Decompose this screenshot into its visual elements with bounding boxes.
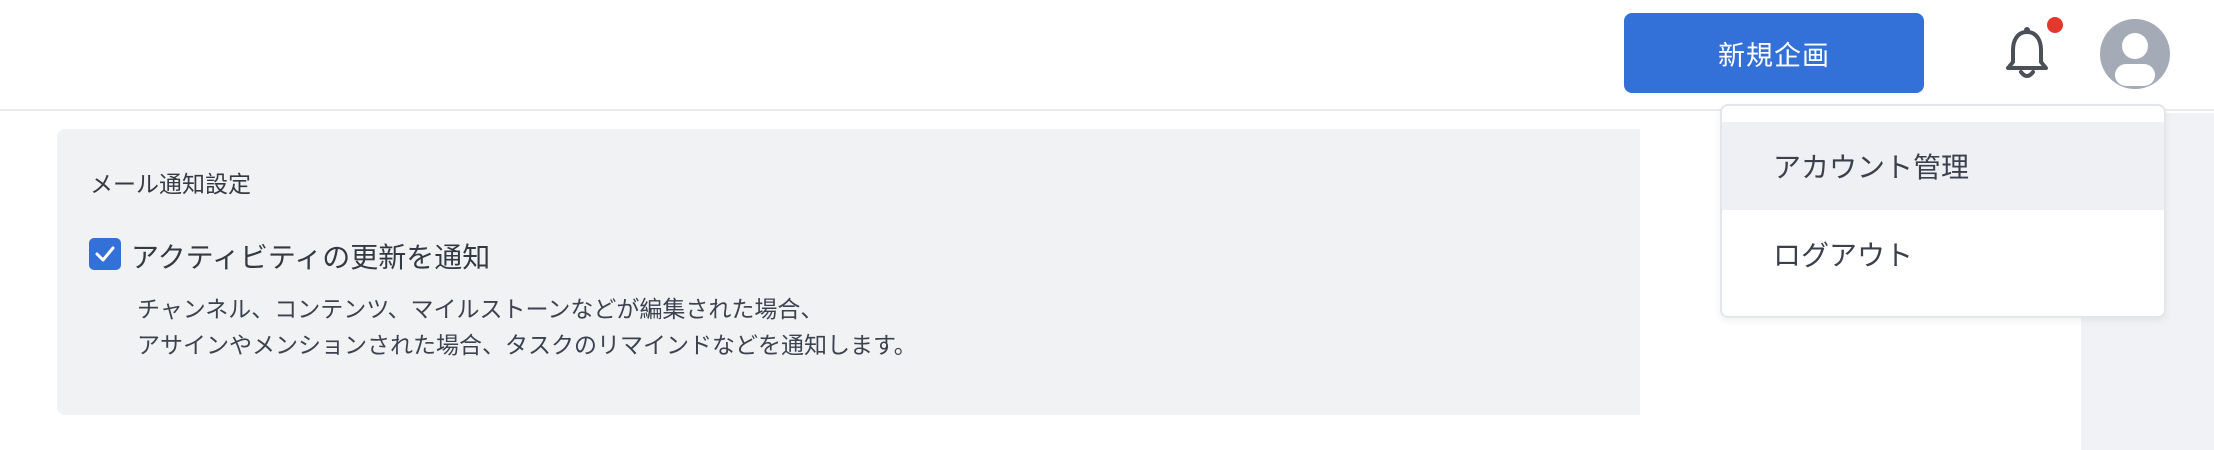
new-project-button[interactable]: 新規企画 <box>1624 13 1924 93</box>
menu-item-account-management[interactable]: アカウント管理 <box>1722 122 2164 210</box>
menu-item-label: ログアウト <box>1773 239 1914 272</box>
section-title: メール通知設定 <box>90 172 251 198</box>
menu-item-logout[interactable]: ログアウト <box>1722 210 2164 298</box>
new-project-label: 新規企画 <box>1718 40 1830 72</box>
checkmark-icon <box>95 246 115 262</box>
user-avatar-button[interactable] <box>2100 19 2170 89</box>
user-avatar-icon <box>2115 33 2155 86</box>
description-line: アサインやメンションされた場合、タスクのリマインドなどを通知します。 <box>137 333 917 359</box>
bell-icon <box>2006 27 2048 78</box>
description-line: チャンネル、コンテンツ、マイルストーンなどが編集された場合、 <box>137 297 824 323</box>
menu-item-label: アカウント管理 <box>1773 151 1970 184</box>
activity-notification-checkbox[interactable] <box>89 238 121 270</box>
notification-badge <box>2047 17 2063 33</box>
activity-notification-label[interactable]: アクティビティの更新を通知 <box>131 236 490 276</box>
notification-button[interactable] <box>2002 26 2052 82</box>
user-dropdown-menu: アカウント管理 ログアウト <box>1720 104 2166 318</box>
